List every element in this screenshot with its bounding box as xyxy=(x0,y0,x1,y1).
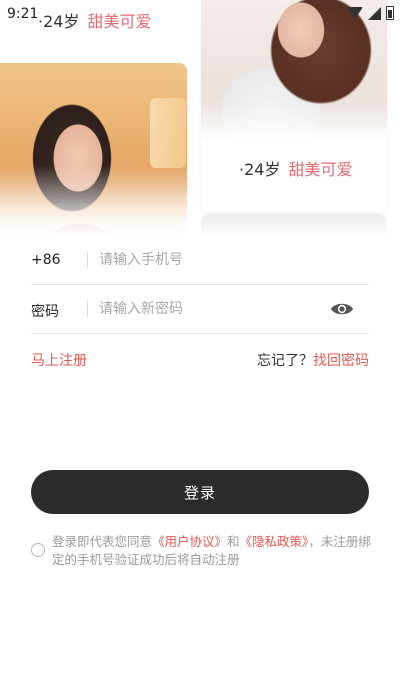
agreement-and: 和 xyxy=(227,534,240,549)
password-input[interactable] xyxy=(99,296,319,322)
phone-row: +86 xyxy=(31,237,369,285)
eye-icon[interactable] xyxy=(330,301,354,317)
profile-card-peek xyxy=(201,214,387,238)
forgot-password: 忘记了？找回密码 xyxy=(257,350,369,370)
profile-caption: ·24岁 甜美可爱 xyxy=(239,156,352,180)
profile-age: ·24岁 xyxy=(239,160,281,179)
login-button[interactable]: 登录 xyxy=(31,470,369,514)
profile-card-right: ·24岁 甜美可爱 xyxy=(201,0,387,212)
agreement-checkbox[interactable] xyxy=(31,543,45,557)
field-divider xyxy=(87,301,88,317)
lamp-decor xyxy=(150,98,186,168)
forgot-question: 忘记了？ xyxy=(257,353,313,369)
agreement-prefix: 登录即代表您同意 xyxy=(52,534,153,549)
signal-icon xyxy=(368,6,381,20)
agreement-text: 登录即代表您同意《用户协议》和《隐私政策》，未注册绑定的手机号验证成功后将自动注… xyxy=(52,533,372,569)
status-time: 9:21 xyxy=(7,6,39,22)
user-agreement-link[interactable]: 《用户协议》 xyxy=(152,534,227,549)
country-code[interactable]: +86 xyxy=(31,252,61,268)
field-divider xyxy=(87,252,88,268)
recover-password-link[interactable]: 找回密码 xyxy=(313,353,369,369)
privacy-policy-link[interactable]: 《隐私政策》 xyxy=(240,534,309,549)
battery-icon xyxy=(386,6,394,20)
profile-tag: 甜美可爱 xyxy=(288,160,353,179)
profile-card-left xyxy=(0,63,187,235)
phone-input[interactable] xyxy=(99,247,319,273)
register-link[interactable]: 马上注册 xyxy=(31,350,87,370)
password-row: 密码 xyxy=(31,286,369,334)
wifi-icon xyxy=(347,7,363,19)
status-icons xyxy=(347,6,394,20)
password-label: 密码 xyxy=(31,304,59,320)
status-bar: 9:21 xyxy=(0,0,400,30)
